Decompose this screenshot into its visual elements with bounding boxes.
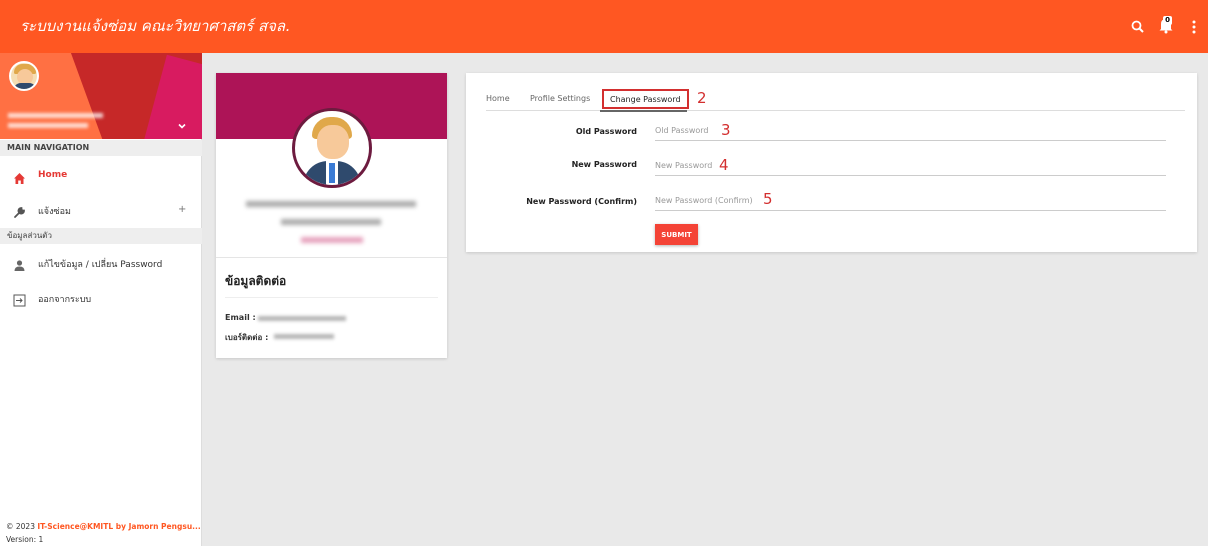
confirm-password-input[interactable] <box>655 191 1166 211</box>
sidebar-item-home[interactable]: Home <box>0 163 202 189</box>
search-icon[interactable] <box>1130 19 1146 35</box>
sidebar: MAIN NAVIGATION Home แจ้งซ่อม + ข้อมูลส่… <box>0 53 202 546</box>
main-navigation-header: MAIN NAVIGATION <box>0 140 202 156</box>
user-email-redacted <box>8 123 88 128</box>
version-text: Version: 1 <box>6 535 44 544</box>
profile-avatar <box>292 108 372 188</box>
tab-change-password[interactable]: Change Password <box>602 89 689 109</box>
sidebar-item-label: แจ้งซ่อม <box>38 207 71 217</box>
app-title: ระบบงานแจ้งซ่อม คณะวิทยาศาสตร์ สจล. <box>20 17 290 35</box>
new-password-input[interactable] <box>655 156 1166 176</box>
old-password-input[interactable] <box>655 121 1166 141</box>
sidebar-item-edit-profile[interactable]: แก้ไขข้อมูล / เปลี่ยน Password <box>0 250 202 276</box>
phone-value-redacted <box>274 334 334 339</box>
email-label: Email : <box>225 313 256 322</box>
submit-button[interactable]: SUBMIT <box>655 224 698 245</box>
sidebar-item-label: แก้ไขข้อมูล / เปลี่ยน Password <box>38 260 163 270</box>
divider <box>225 297 438 298</box>
copyright-text: © 2023 <box>6 522 38 531</box>
profile-name-redacted <box>246 201 416 207</box>
wrench-icon <box>13 204 26 218</box>
tab-home[interactable]: Home <box>486 94 510 103</box>
person-icon <box>13 257 26 271</box>
phone-label: เบอร์ติดต่อ : <box>225 333 269 342</box>
annotation-label: 3 <box>721 121 731 139</box>
user-info-banner <box>0 53 202 139</box>
logout-icon <box>13 292 26 307</box>
notification-badge: 0 <box>1163 16 1172 25</box>
chevron-down-icon[interactable] <box>176 117 188 129</box>
profile-tag-redacted <box>301 237 363 243</box>
user-name-redacted <box>8 113 103 118</box>
email-value-redacted <box>258 316 346 321</box>
divider <box>216 257 447 258</box>
sidebar-footer: © 2023 IT-Science@KMITL by Jamorn Pengsu… <box>6 520 201 546</box>
sidebar-item-label: Home <box>38 170 68 180</box>
old-password-label: Old Password <box>575 127 637 136</box>
sidebar-item-label: ออกจากระบบ <box>38 295 92 305</box>
new-password-label: New Password <box>571 160 637 169</box>
tab-profile-settings[interactable]: Profile Settings <box>530 94 590 103</box>
personal-info-header: ข้อมูลส่วนตัว <box>0 228 202 244</box>
sidebar-item-repair[interactable]: แจ้งซ่อม + <box>0 197 202 223</box>
confirm-password-label: New Password (Confirm) <box>526 197 637 206</box>
settings-tabs: Home Profile Settings Change Password <box>486 89 1185 112</box>
notification-bell-icon[interactable]: 0 <box>1158 16 1174 34</box>
top-app-bar: ระบบงานแจ้งซ่อม คณะวิทยาศาสตร์ สจล. 0 <box>0 0 1208 53</box>
avatar <box>9 61 39 91</box>
settings-card: Home Profile Settings Change Password 2 … <box>466 73 1197 252</box>
annotation-label: 5 <box>763 190 773 208</box>
sidebar-item-logout[interactable]: ออกจากระบบ <box>0 285 202 311</box>
profile-role-redacted <box>281 219 381 225</box>
more-vert-icon[interactable] <box>1186 19 1202 35</box>
active-tab-indicator <box>600 110 687 112</box>
contact-section-title: ข้อมูลติดต่อ <box>225 274 287 288</box>
profile-card: ข้อมูลติดต่อ Email : เบอร์ติดต่อ : <box>216 73 447 358</box>
annotation-label: 2 <box>697 89 707 107</box>
footer-link[interactable]: IT-Science@KMITL by Jamorn Pengsu... <box>37 522 200 531</box>
annotation-label: 4 <box>719 156 729 174</box>
expand-plus-icon[interactable]: + <box>178 204 186 215</box>
home-icon <box>13 170 26 184</box>
